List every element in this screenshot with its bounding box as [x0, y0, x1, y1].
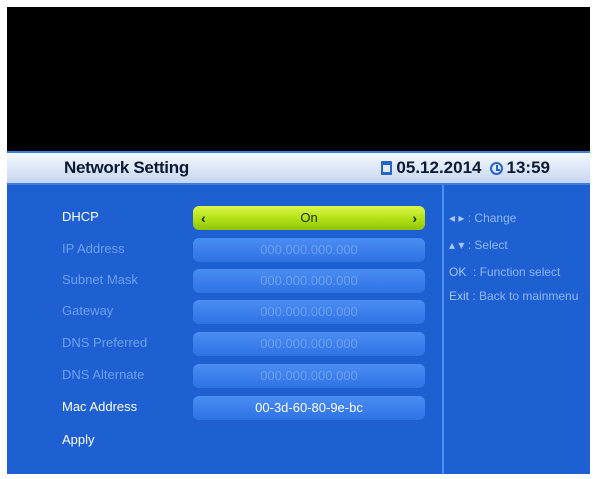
- exit-key-label: Exit: [449, 289, 470, 303]
- dhcp-label: DHCP: [62, 209, 99, 224]
- help-ok: OK : Function select: [449, 265, 560, 279]
- apply-label: Apply: [62, 432, 95, 447]
- ok-key-label: OK: [449, 265, 467, 279]
- help-exit-text: : Back to mainmenu: [469, 289, 579, 303]
- page-title: Network Setting: [64, 158, 189, 177]
- clock-icon: [489, 161, 503, 175]
- settings-panel: DHCP ‹ On › IP Address 000.000.000.000 S…: [7, 185, 590, 474]
- ip-address-label: IP Address: [62, 241, 125, 256]
- mac-address-field[interactable]: 00-3d-60-80-9e-bc: [193, 396, 425, 420]
- chevron-left-icon[interactable]: ‹: [201, 206, 206, 230]
- gateway-label: Gateway: [62, 303, 114, 318]
- help-ok-text: : Function select: [466, 265, 561, 279]
- help-exit: Exit : Back to mainmenu: [449, 289, 578, 303]
- header-bar: Network Setting 05.12.2014 13:59: [7, 151, 590, 185]
- help-select: ▴ ▾ : Select: [449, 238, 508, 252]
- date-text: 05.12.2014: [396, 158, 482, 177]
- apply-button[interactable]: Apply: [7, 426, 437, 454]
- setting-row-dhcp[interactable]: DHCP ‹ On ›: [7, 203, 437, 231]
- time-text: 13:59: [506, 158, 550, 177]
- setting-row-subnet-mask[interactable]: Subnet Mask 000.000.000.000: [7, 266, 437, 294]
- help-change: ◂ ▸ : Change: [449, 211, 516, 225]
- left-right-arrows-icon: ◂ ▸: [449, 211, 465, 225]
- subnet-mask-field[interactable]: 000.000.000.000: [193, 269, 425, 293]
- panel-divider: [442, 185, 444, 474]
- mac-address-label: Mac Address: [62, 399, 138, 414]
- up-down-arrows-icon: ▴ ▾: [449, 238, 465, 252]
- setting-row-dns-alternate[interactable]: DNS Alternate 000.000.000.000: [7, 361, 437, 389]
- dhcp-selector[interactable]: ‹ On ›: [193, 206, 425, 230]
- date-time-display: 05.12.2014 13:59: [381, 158, 550, 178]
- dhcp-value: On: [300, 210, 318, 225]
- dns-preferred-label: DNS Preferred: [62, 335, 148, 350]
- help-select-text: : Select: [467, 238, 508, 252]
- calendar-icon: [381, 161, 393, 175]
- setting-row-mac-address[interactable]: Mac Address 00-3d-60-80-9e-bc: [7, 393, 437, 421]
- dns-alternate-label: DNS Alternate: [62, 367, 145, 382]
- help-change-text: : Change: [467, 211, 517, 225]
- gateway-field[interactable]: 000.000.000.000: [193, 300, 425, 324]
- tv-screen: Network Setting 05.12.2014 13:59 DHCP ‹ …: [7, 7, 590, 474]
- setting-row-ip-address[interactable]: IP Address 000.000.000.000: [7, 235, 437, 263]
- setting-row-dns-preferred[interactable]: DNS Preferred 000.000.000.000: [7, 329, 437, 357]
- dns-alternate-field[interactable]: 000.000.000.000: [193, 364, 425, 388]
- ip-address-field[interactable]: 000.000.000.000: [193, 238, 425, 262]
- subnet-mask-label: Subnet Mask: [62, 272, 138, 287]
- dns-preferred-field[interactable]: 000.000.000.000: [193, 332, 425, 356]
- chevron-right-icon[interactable]: ›: [412, 206, 417, 230]
- setting-row-gateway[interactable]: Gateway 000.000.000.000: [7, 297, 437, 325]
